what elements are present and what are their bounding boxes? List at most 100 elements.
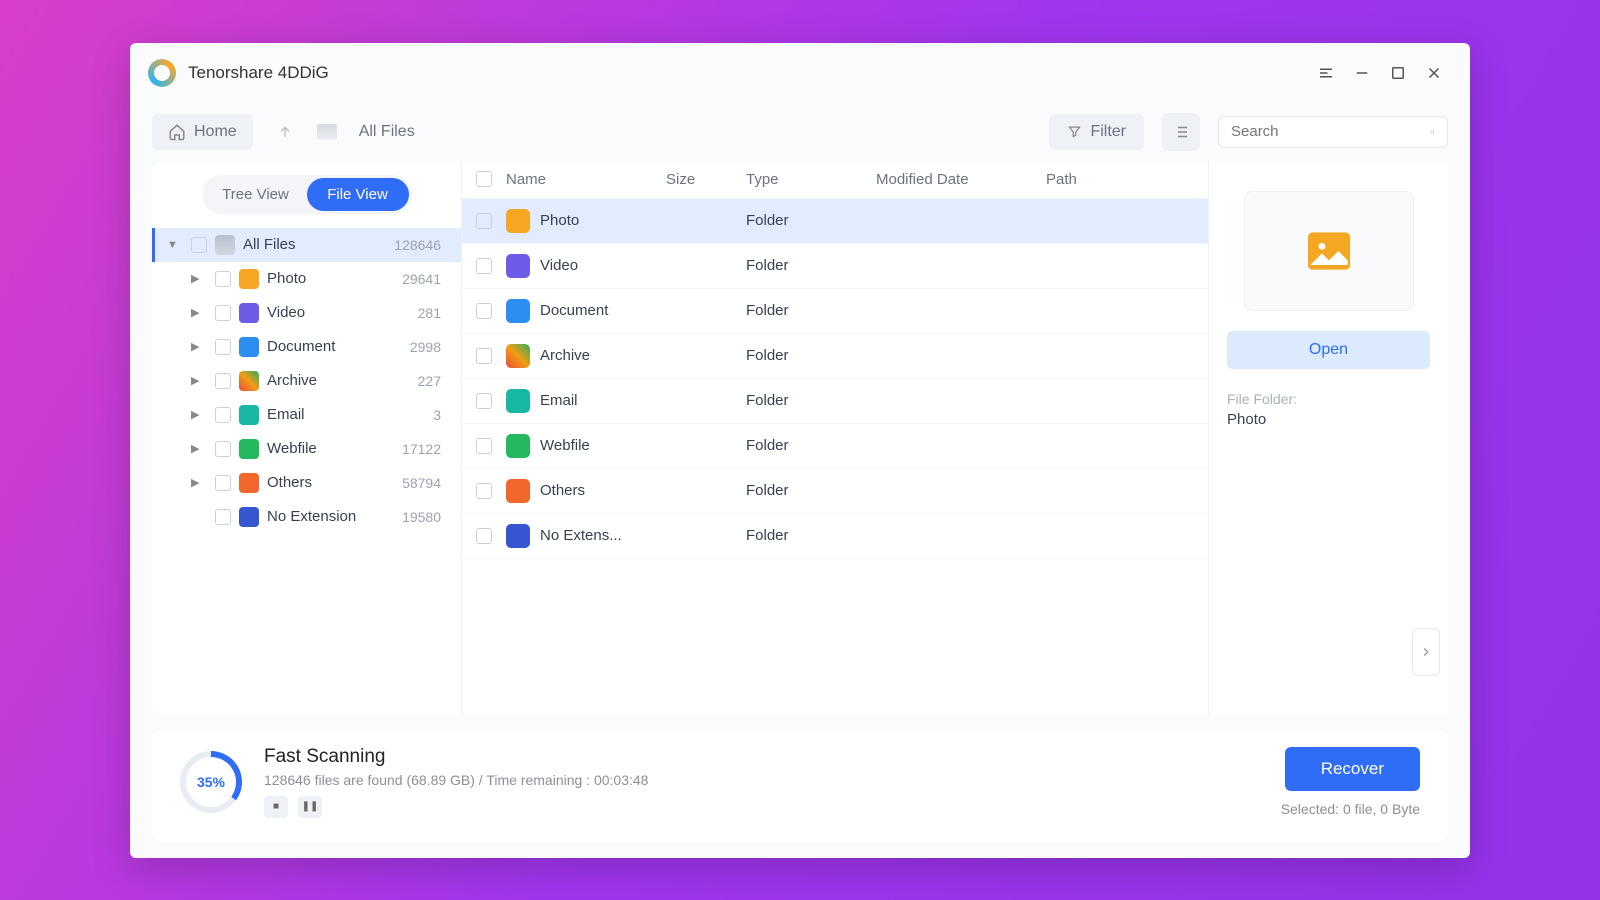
- recover-button[interactable]: Recover: [1285, 747, 1420, 791]
- row-checkbox[interactable]: [476, 483, 492, 499]
- tab-file-view[interactable]: File View: [307, 178, 409, 211]
- file-type: Folder: [746, 212, 876, 229]
- file-type-icon: [506, 209, 530, 233]
- table-row[interactable]: EmailFolder: [462, 379, 1208, 424]
- row-checkbox[interactable]: [476, 348, 492, 364]
- maximize-icon[interactable]: [1380, 55, 1416, 91]
- home-button[interactable]: Home: [152, 114, 253, 150]
- file-name: Video: [540, 257, 578, 274]
- checkbox[interactable]: [191, 237, 207, 253]
- selected-summary: Selected: 0 file, 0 Byte: [1281, 801, 1420, 817]
- checkbox[interactable]: [215, 441, 231, 457]
- row-checkbox[interactable]: [476, 258, 492, 274]
- tree-item[interactable]: No Extension19580: [152, 500, 461, 534]
- file-type-icon: [506, 479, 530, 503]
- tree-count: 128646: [394, 237, 447, 253]
- checkbox[interactable]: [215, 339, 231, 355]
- search-input[interactable]: [1231, 123, 1430, 140]
- table-row[interactable]: ArchiveFolder: [462, 334, 1208, 379]
- tree-label: Photo: [267, 270, 402, 287]
- select-all-checkbox[interactable]: [476, 171, 492, 187]
- checkbox[interactable]: [215, 271, 231, 287]
- row-checkbox[interactable]: [476, 393, 492, 409]
- file-type: Folder: [746, 347, 876, 364]
- search-box[interactable]: [1218, 116, 1448, 148]
- collapse-icon[interactable]: ▼: [167, 239, 183, 251]
- tree-item[interactable]: ▶Photo29641: [152, 262, 461, 296]
- category-icon: [239, 507, 259, 527]
- expand-icon[interactable]: ▶: [191, 476, 207, 489]
- open-button[interactable]: Open: [1227, 331, 1430, 369]
- checkbox[interactable]: [215, 373, 231, 389]
- scan-info: Fast Scanning 128646 files are found (68…: [264, 746, 1281, 818]
- table-row[interactable]: PhotoFolder: [462, 199, 1208, 244]
- table-row[interactable]: VideoFolder: [462, 244, 1208, 289]
- table-row[interactable]: No Extens... Folder: [462, 514, 1208, 559]
- file-name: Document: [540, 302, 608, 319]
- tree-count: 2998: [410, 339, 447, 355]
- table-row[interactable]: WebfileFolder: [462, 424, 1208, 469]
- file-type-icon: [506, 389, 530, 413]
- filter-button[interactable]: Filter: [1049, 114, 1144, 150]
- row-checkbox[interactable]: [476, 303, 492, 319]
- toolbar: Home All Files Filter: [130, 99, 1470, 161]
- footer: 35% Fast Scanning 128646 files are found…: [152, 730, 1448, 842]
- col-size[interactable]: Size: [666, 171, 746, 188]
- file-list: Name Size Type Modified Date Path PhotoF…: [462, 161, 1208, 716]
- category-icon: [239, 303, 259, 323]
- checkbox[interactable]: [215, 305, 231, 321]
- expand-icon[interactable]: ▶: [191, 442, 207, 455]
- checkbox[interactable]: [215, 407, 231, 423]
- home-icon: [168, 123, 186, 141]
- col-modified[interactable]: Modified Date: [876, 171, 1046, 188]
- tree-item[interactable]: ▶Others58794: [152, 466, 461, 500]
- app-window: Tenorshare 4DDiG Home All Files Filter T…: [130, 43, 1470, 858]
- expand-icon[interactable]: ▶: [191, 340, 207, 353]
- file-type: Folder: [746, 437, 876, 454]
- col-path[interactable]: Path: [1046, 171, 1194, 188]
- tree-item[interactable]: ▶ Document2998: [152, 330, 461, 364]
- stop-button[interactable]: ■: [264, 796, 288, 818]
- tree-label: Document: [267, 338, 410, 355]
- nav-up-button[interactable]: [271, 118, 299, 146]
- file-name: Others: [540, 482, 585, 499]
- col-type[interactable]: Type: [746, 171, 876, 188]
- tree-item[interactable]: ▶Archive227: [152, 364, 461, 398]
- meta-value: Photo: [1227, 411, 1266, 428]
- expand-icon[interactable]: ▶: [191, 306, 207, 319]
- category-icon: [239, 439, 259, 459]
- tree-item[interactable]: ▶Webfile17122: [152, 432, 461, 466]
- tree-item[interactable]: ▶Video281: [152, 296, 461, 330]
- breadcrumb[interactable]: All Files: [359, 123, 415, 141]
- category-icon: [239, 371, 259, 391]
- row-checkbox[interactable]: [476, 213, 492, 229]
- checkbox[interactable]: [215, 475, 231, 491]
- main-panel: Name Size Type Modified Date Path PhotoF…: [462, 161, 1448, 716]
- expand-preview-button[interactable]: [1412, 628, 1440, 676]
- file-type: Folder: [746, 527, 876, 544]
- close-icon[interactable]: [1416, 55, 1452, 91]
- row-checkbox[interactable]: [476, 438, 492, 454]
- scan-title: Fast Scanning: [264, 746, 1281, 768]
- col-name[interactable]: Name: [506, 171, 666, 188]
- tree-label: Others: [267, 474, 402, 491]
- pause-button[interactable]: ❚❚: [298, 796, 322, 818]
- file-name: No Extens...: [540, 527, 622, 544]
- table-row[interactable]: DocumentFolder: [462, 289, 1208, 334]
- menu-icon[interactable]: [1308, 55, 1344, 91]
- table-row[interactable]: OthersFolder: [462, 469, 1208, 514]
- list-view-toggle[interactable]: [1162, 113, 1200, 151]
- row-checkbox[interactable]: [476, 528, 492, 544]
- tree-item[interactable]: ▶Email3: [152, 398, 461, 432]
- minimize-icon[interactable]: [1344, 55, 1380, 91]
- tree-count: 3: [433, 407, 447, 423]
- home-label: Home: [194, 123, 237, 141]
- expand-icon[interactable]: ▶: [191, 374, 207, 387]
- expand-icon[interactable]: ▶: [191, 272, 207, 285]
- tab-tree-view[interactable]: Tree View: [205, 178, 307, 211]
- content: Tree View File View ▼ All Files 128646 ▶…: [130, 161, 1470, 716]
- tree-count: 17122: [402, 441, 447, 457]
- checkbox[interactable]: [215, 509, 231, 525]
- expand-icon[interactable]: ▶: [191, 408, 207, 421]
- tree-item-all-files[interactable]: ▼ All Files 128646: [152, 228, 461, 262]
